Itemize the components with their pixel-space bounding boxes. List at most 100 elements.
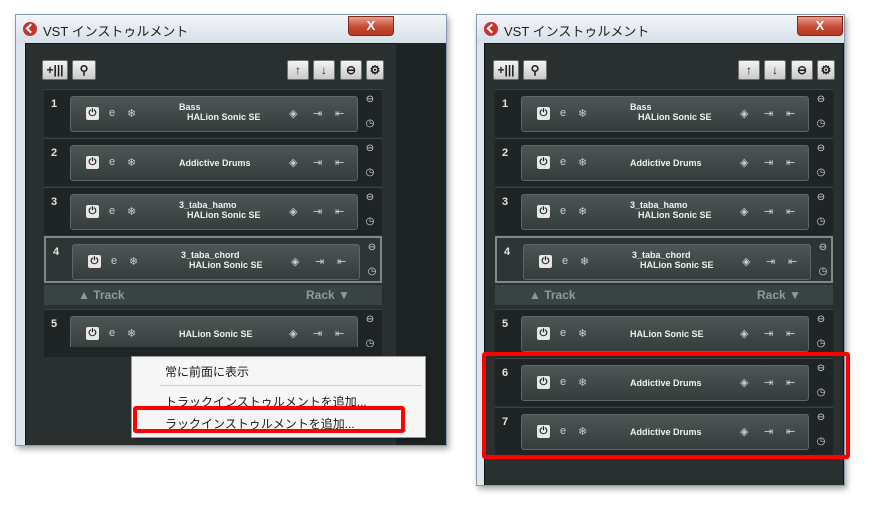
freeze-icon[interactable]: ❄ xyxy=(578,107,587,120)
preset-icon[interactable]: ◈ xyxy=(740,156,748,169)
input-routing-icon[interactable]: ⇥ xyxy=(313,327,322,340)
output-routing-icon[interactable]: ⇤ xyxy=(788,255,797,268)
move-down-button[interactable]: ↓ xyxy=(313,60,335,80)
preset-icon[interactable]: ◈ xyxy=(289,107,297,120)
add-instrument-button[interactable]: +||| xyxy=(42,60,68,80)
output-routing-icon[interactable]: ⇤ xyxy=(786,107,795,120)
edit-icon[interactable]: e xyxy=(111,255,117,267)
input-routing-icon[interactable]: ⇥ xyxy=(764,156,773,169)
power-icon[interactable]: ⏻ xyxy=(88,255,101,268)
input-routing-icon[interactable]: ⇥ xyxy=(313,107,322,120)
slot-expand-icon[interactable]: ⊖ xyxy=(360,94,380,105)
output-routing-icon[interactable]: ⇤ xyxy=(786,327,795,340)
freeze-icon[interactable]: ❄ xyxy=(127,205,136,218)
input-routing-icon[interactable]: ⇥ xyxy=(313,156,322,169)
track-rack-separator[interactable]: ▲ Track Rack ▼ xyxy=(44,285,382,305)
freeze-icon[interactable]: ❄ xyxy=(578,327,587,340)
instrument-slot[interactable]: 3 ⏻ e ❄ 3_taba_hamo HALion Sonic SE ◈ ⇥ ⇤ ⊖ ◷ xyxy=(44,187,382,235)
instrument-slot[interactable]: 5 ⏻ e ❄ HALion Sonic SE ◈ ⇥ ⇤ ⊖ ◷ xyxy=(495,309,833,357)
freeze-icon[interactable]: ❄ xyxy=(578,205,587,218)
instrument-slot[interactable]: 4 ⏻ e ❄ 3_taba_chord HALion Sonic SE ◈ ⇥ ⇤ ⊖ ◷ xyxy=(495,236,833,283)
power-icon[interactable]: ⏻ xyxy=(86,156,99,169)
freeze-icon[interactable]: ❄ xyxy=(127,156,136,169)
preset-icon[interactable]: ◈ xyxy=(740,205,748,218)
settings-button[interactable]: ⚙ xyxy=(366,60,384,80)
instrument-strip[interactable]: ⏻ e ❄ 3_taba_hamo HALion Sonic SE ◈ ⇥ ⇤ xyxy=(521,194,809,230)
search-button[interactable]: ⚲ xyxy=(523,60,547,80)
output-routing-icon[interactable]: ⇤ xyxy=(335,327,344,340)
power-icon[interactable]: ⏻ xyxy=(86,205,99,218)
slot-expand-icon[interactable]: ⊖ xyxy=(813,242,833,253)
slot-expand-icon[interactable]: ⊖ xyxy=(362,242,382,253)
slot-expand-icon[interactable]: ⊖ xyxy=(360,143,380,154)
power-icon[interactable]: ⏻ xyxy=(537,107,550,120)
freeze-icon[interactable]: ❄ xyxy=(580,255,589,268)
instrument-strip[interactable]: ⏻ e ❄ Bass HALion Sonic SE ◈ ⇥ ⇤ xyxy=(521,96,809,132)
output-routing-icon[interactable]: ⇤ xyxy=(786,205,795,218)
power-icon[interactable]: ⏻ xyxy=(86,327,99,340)
add-instrument-button[interactable]: +||| xyxy=(493,60,519,80)
freeze-icon[interactable]: ❄ xyxy=(127,327,136,340)
freeze-icon[interactable]: ❄ xyxy=(578,156,587,169)
preset-icon[interactable]: ◈ xyxy=(740,327,748,340)
edit-icon[interactable]: e xyxy=(109,156,115,168)
instrument-slot[interactable]: 2 ⏻ e ❄ Addictive Drums ◈ ⇥ ⇤ ⊖ ◷ xyxy=(495,138,833,186)
close-button[interactable]: X xyxy=(797,16,843,36)
title-bar[interactable]: VST インストゥルメント X xyxy=(16,15,446,43)
slot-expand-icon[interactable]: ⊖ xyxy=(811,192,831,203)
output-routing-icon[interactable]: ⇤ xyxy=(335,156,344,169)
collapse-button[interactable]: ⊖ xyxy=(340,60,362,80)
input-routing-icon[interactable]: ⇥ xyxy=(315,255,324,268)
preset-icon[interactable]: ◈ xyxy=(740,107,748,120)
freeze-icon[interactable]: ❄ xyxy=(127,107,136,120)
instrument-strip[interactable]: ⏻ e ❄ HALion Sonic SE ◈ ⇥ ⇤ xyxy=(521,316,809,352)
edit-icon[interactable]: e xyxy=(560,205,566,217)
instrument-strip[interactable]: ⏻ e ❄ 3_taba_chord HALion Sonic SE ◈ ⇥ ⇤ xyxy=(72,244,360,280)
edit-icon[interactable]: e xyxy=(562,255,568,267)
slot-expand-icon[interactable]: ⊖ xyxy=(811,143,831,154)
instrument-slot[interactable]: 1 ⏻ e ❄ Bass HALion Sonic SE ◈ ⇥ ⇤ ⊖ ◷ xyxy=(495,89,833,137)
move-down-button[interactable]: ↓ xyxy=(764,60,786,80)
instrument-strip[interactable]: ⏻ e ❄ 3_taba_chord HALion Sonic SE ◈ ⇥ ⇤ xyxy=(523,244,811,280)
title-bar[interactable]: VST インストゥルメント X xyxy=(477,15,844,43)
preset-icon[interactable]: ◈ xyxy=(291,255,299,268)
input-routing-icon[interactable]: ⇥ xyxy=(764,205,773,218)
slot-expand-icon[interactable]: ⊖ xyxy=(811,314,831,325)
input-routing-icon[interactable]: ⇥ xyxy=(766,255,775,268)
instrument-slot[interactable]: 3 ⏻ e ❄ 3_taba_hamo HALion Sonic SE ◈ ⇥ ⇤ ⊖ ◷ xyxy=(495,187,833,235)
instrument-slot[interactable]: 2 ⏻ e ❄ Addictive Drums ◈ ⇥ ⇤ ⊖ ◷ xyxy=(44,138,382,186)
instrument-slot[interactable]: 1 ⏻ e ❄ Bass HALion Sonic SE ◈ ⇥ ⇤ ⊖ ◷ xyxy=(44,89,382,137)
instrument-strip[interactable]: ⏻ e ❄ Bass HALion Sonic SE ◈ ⇥ ⇤ xyxy=(70,96,358,132)
track-rack-separator[interactable]: ▲ Track Rack ▼ xyxy=(495,285,833,305)
move-up-button[interactable]: ↑ xyxy=(287,60,309,80)
edit-icon[interactable]: e xyxy=(560,327,566,339)
input-routing-icon[interactable]: ⇥ xyxy=(313,205,322,218)
edit-icon[interactable]: e xyxy=(560,156,566,168)
preset-icon[interactable]: ◈ xyxy=(289,156,297,169)
preset-icon[interactable]: ◈ xyxy=(742,255,750,268)
menu-item-always-on-top[interactable]: 常に前面に表示 xyxy=(165,363,249,380)
input-routing-icon[interactable]: ⇥ xyxy=(764,107,773,120)
power-icon[interactable]: ⏻ xyxy=(537,205,550,218)
output-routing-icon[interactable]: ⇤ xyxy=(786,156,795,169)
search-button[interactable]: ⚲ xyxy=(72,60,96,80)
close-button[interactable]: X xyxy=(348,16,394,36)
slot-expand-icon[interactable]: ⊖ xyxy=(811,94,831,105)
instrument-slot[interactable]: 4 ⏻ e ❄ 3_taba_chord HALion Sonic SE ◈ ⇥ ⇤ ⊖ ◷ xyxy=(44,236,382,283)
output-routing-icon[interactable]: ⇤ xyxy=(335,205,344,218)
edit-icon[interactable]: e xyxy=(560,107,566,119)
edit-icon[interactable]: e xyxy=(109,205,115,217)
slot-expand-icon[interactable]: ⊖ xyxy=(360,314,380,325)
instrument-strip[interactable]: ⏻ e ❄ Addictive Drums ◈ ⇥ ⇤ xyxy=(70,145,358,181)
edit-icon[interactable]: e xyxy=(109,327,115,339)
instrument-strip[interactable]: ⏻ e ❄ Addictive Drums ◈ ⇥ ⇤ xyxy=(521,145,809,181)
instrument-strip[interactable]: ⏻ e ❄ 3_taba_hamo HALion Sonic SE ◈ ⇥ ⇤ xyxy=(70,194,358,230)
collapse-button[interactable]: ⊖ xyxy=(791,60,813,80)
power-icon[interactable]: ⏻ xyxy=(86,107,99,120)
output-routing-icon[interactable]: ⇤ xyxy=(337,255,346,268)
power-icon[interactable]: ⏻ xyxy=(537,156,550,169)
preset-icon[interactable]: ◈ xyxy=(289,205,297,218)
edit-icon[interactable]: e xyxy=(109,107,115,119)
slot-expand-icon[interactable]: ⊖ xyxy=(360,192,380,203)
input-routing-icon[interactable]: ⇥ xyxy=(764,327,773,340)
